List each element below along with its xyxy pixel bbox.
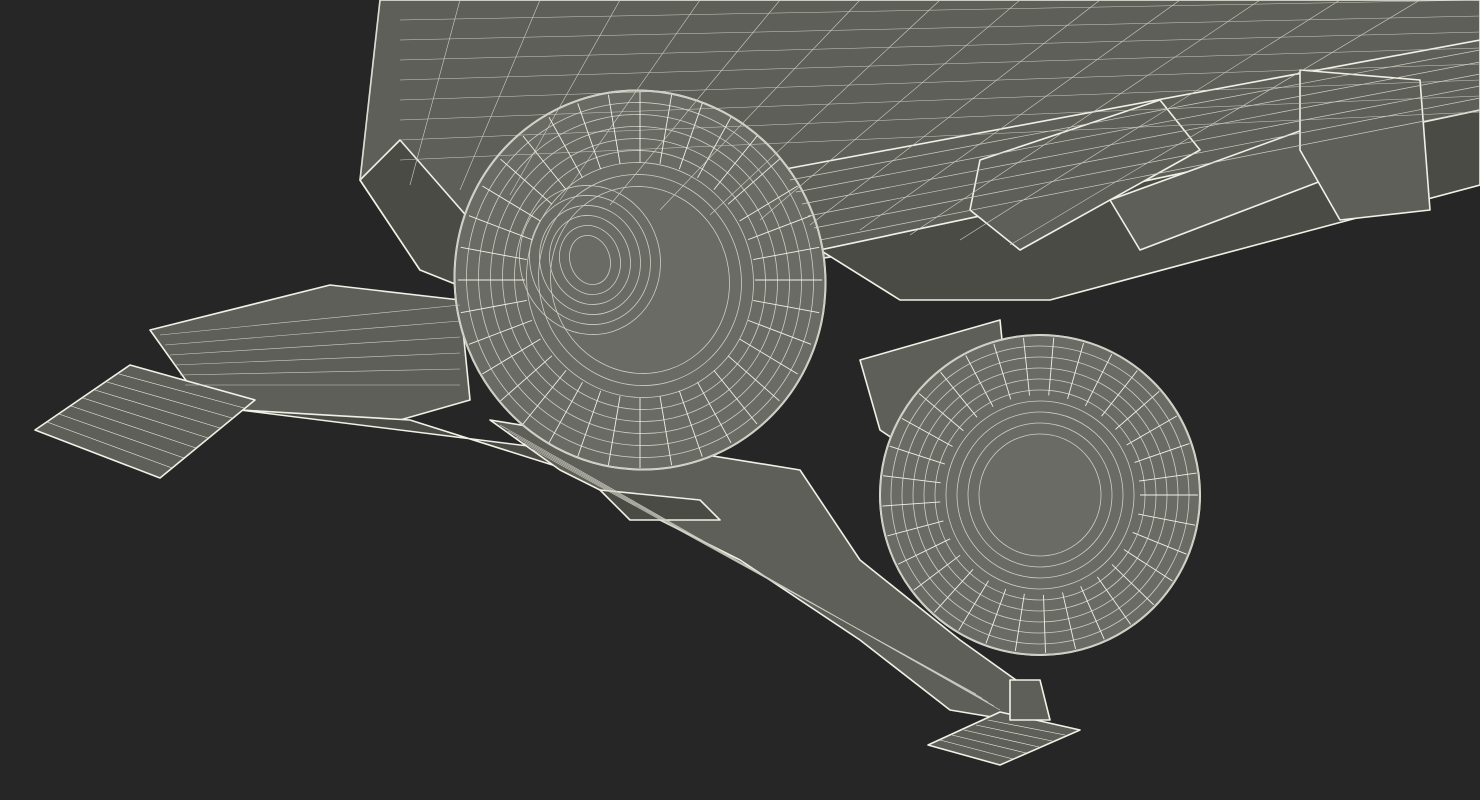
render-viewport — [0, 0, 1480, 800]
wireframe-model — [34, 0, 1480, 766]
